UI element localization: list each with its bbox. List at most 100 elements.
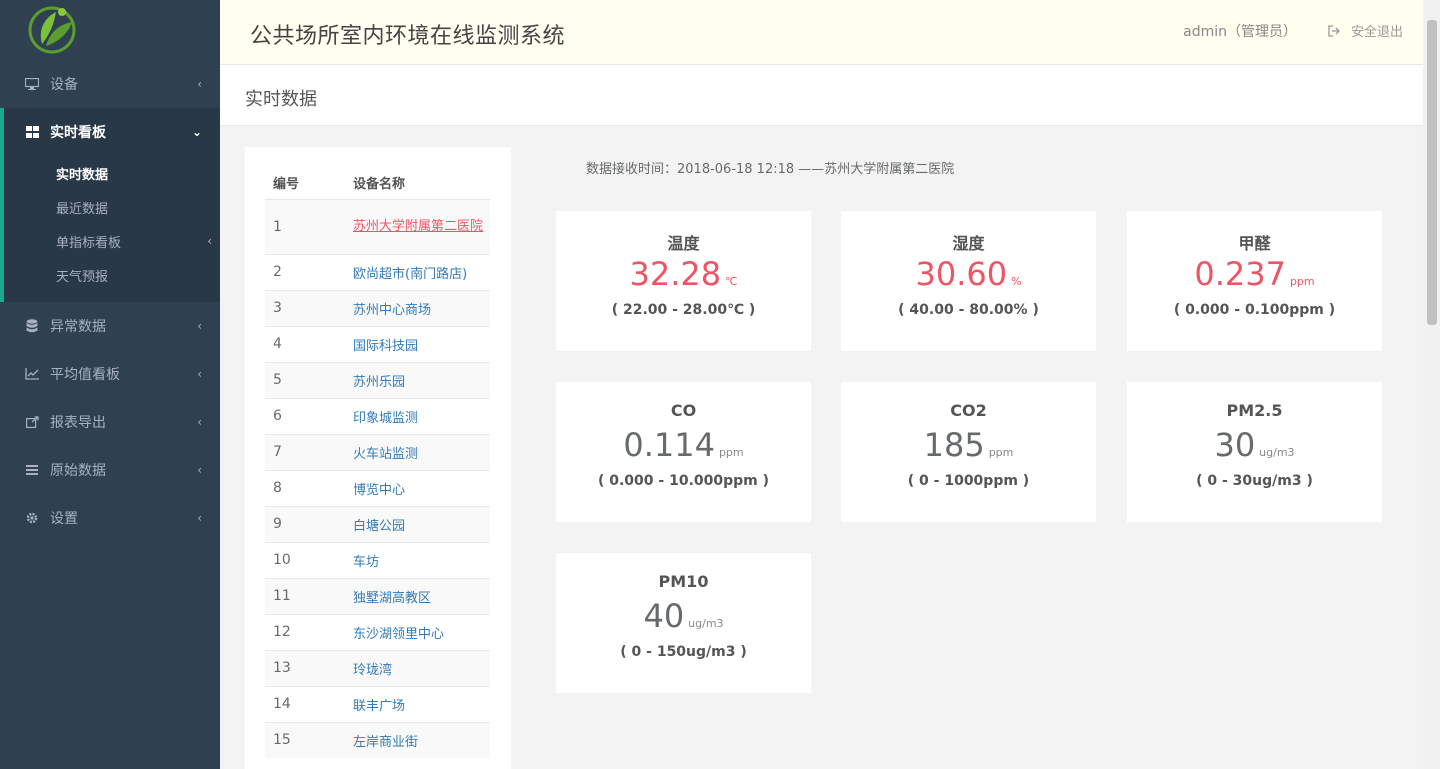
subnav-label: 实时数据 xyxy=(56,167,109,183)
metric-value: 0.237 ppm xyxy=(1127,255,1382,293)
nav-item-device[interactable]: 设备 ‹ xyxy=(0,60,220,108)
metric-unit: ppm xyxy=(718,446,744,459)
nav-label: 原始数据 xyxy=(50,463,106,479)
device-name-link[interactable]: 火车站监测 xyxy=(345,433,490,470)
nav-item-abnormal-data[interactable]: 异常数据 ‹ xyxy=(0,302,220,350)
device-name-link[interactable]: 玲珑湾 xyxy=(345,649,490,686)
nav-item-report-export[interactable]: 报表导出 ‹ xyxy=(0,398,220,446)
gear-icon xyxy=(24,510,40,526)
metric-unit: % xyxy=(1011,275,1022,288)
device-name-link[interactable]: 博览中心 xyxy=(345,469,490,506)
metric-name: PM2.5 xyxy=(1226,401,1283,420)
table-row[interactable]: 14 联丰广场 xyxy=(265,685,490,722)
device-id: 12 xyxy=(265,613,345,650)
nav-group-realtime: 实时看板 ⌄ 实时数据 最近数据 单指标看板 ‹ 天气预报 xyxy=(0,108,220,302)
nav-label: 设置 xyxy=(50,511,78,527)
subnav-item-single-index[interactable]: 单指标看板 ‹ xyxy=(4,224,220,258)
table-row[interactable]: 5 苏州乐园 xyxy=(265,361,490,398)
metric-range: ( 0 - 1000ppm ) xyxy=(907,473,1030,489)
device-id: 10 xyxy=(265,541,345,578)
device-id: 15 xyxy=(265,721,345,758)
database-icon xyxy=(24,318,40,334)
device-id: 4 xyxy=(265,325,345,362)
metric-unit: ug/m3 xyxy=(1259,446,1295,459)
nav-item-raw-data[interactable]: 原始数据 ‹ xyxy=(0,446,220,494)
line-chart-icon xyxy=(24,366,40,382)
table-row[interactable]: 2 欧尚超市(南门路店) xyxy=(265,253,490,290)
subnav-item-recent-data[interactable]: 最近数据 xyxy=(4,190,220,224)
table-row[interactable]: 7 火车站监测 xyxy=(265,433,490,470)
device-name-link[interactable]: 国际科技园 xyxy=(345,325,490,362)
logo-area xyxy=(0,0,220,60)
table-row[interactable]: 11 独墅湖高教区 xyxy=(265,577,490,614)
device-name-link[interactable]: 白塘公园 xyxy=(345,505,490,542)
metric-value: 32.28 ℃ xyxy=(556,255,811,293)
device-name-link[interactable]: 苏州乐园 xyxy=(345,361,490,398)
device-name-link[interactable]: 苏州中心商场 xyxy=(345,289,490,326)
device-name-link[interactable]: 东沙湖领里中心 xyxy=(345,613,490,650)
device-id: 3 xyxy=(265,289,345,326)
metric-card-pm10: PM10 40 ug/m3 ( 0 - 150ug/m3 ) xyxy=(556,553,811,693)
table-row[interactable]: 1 苏州大学附属第二医院 xyxy=(265,198,490,254)
device-list-panel: 编号 设备名称 1 苏州大学附属第二医院 2 欧尚超市(南门路店) 3 苏州中心商场 … xyxy=(245,147,511,769)
metric-range: ( 0.000 - 10.000ppm ) xyxy=(597,473,770,489)
device-name-link[interactable]: 联丰广场 xyxy=(345,685,490,722)
table-row[interactable]: 10 车坊 xyxy=(265,541,490,578)
device-name-link[interactable]: 苏州大学附属第二医院 xyxy=(345,198,490,254)
metric-card-co: CO 0.114 ppm ( 0.000 - 10.000ppm ) xyxy=(556,382,811,522)
device-id: 11 xyxy=(265,577,345,614)
device-id: 14 xyxy=(265,685,345,722)
chevron-left-icon: ‹ xyxy=(197,511,202,525)
table-header-row: 编号 设备名称 xyxy=(265,167,490,200)
top-header: 公共场所室内环境在线监测系统 admin（管理员） 安全退出 xyxy=(220,0,1423,65)
metric-card-temperature: 温度 32.28 ℃ ( 22.00 - 28.00℃ ) xyxy=(556,211,811,351)
export-icon xyxy=(24,414,40,430)
device-id: 7 xyxy=(265,433,345,470)
metric-range: ( 0 - 30ug/m3 ) xyxy=(1196,473,1313,489)
subnav-item-realtime-data[interactable]: 实时数据 xyxy=(4,156,220,190)
page-scrollbar[interactable] xyxy=(1423,0,1440,769)
metric-range: ( 0 - 150ug/m3 ) xyxy=(620,644,747,660)
table-row[interactable]: 12 东沙湖领里中心 xyxy=(265,613,490,650)
data-receive-time: 数据接收时间：2018-06-18 12:18 ——苏州大学附属第二医院 xyxy=(586,162,955,177)
device-name-link[interactable]: 印象城监测 xyxy=(345,397,490,434)
chevron-left-icon: ‹ xyxy=(197,415,202,429)
device-id: 5 xyxy=(265,361,345,398)
system-title: 公共场所室内环境在线监测系统 xyxy=(250,24,566,49)
table-row[interactable]: 8 博览中心 xyxy=(265,469,490,506)
logout-button[interactable]: 安全退出 xyxy=(1328,21,1403,40)
device-id: 2 xyxy=(265,253,345,290)
device-name-link[interactable]: 车坊 xyxy=(345,541,490,578)
table-row[interactable]: 6 印象城监测 xyxy=(265,397,490,434)
table-row[interactable]: 13 玲珑湾 xyxy=(265,649,490,686)
scrollbar-thumb[interactable] xyxy=(1427,20,1437,325)
table-row[interactable]: 4 国际科技园 xyxy=(265,325,490,362)
metric-name: 甲醛 xyxy=(1238,234,1271,253)
chevron-left-icon: ‹ xyxy=(197,319,202,333)
chevron-left-icon: ‹ xyxy=(197,77,202,91)
table-row[interactable]: 15 左岸商业街 xyxy=(265,721,490,758)
subnav-label: 天气预报 xyxy=(56,269,109,285)
device-id: 6 xyxy=(265,397,345,434)
subnav: 实时数据 最近数据 单指标看板 ‹ 天气预报 xyxy=(4,156,220,302)
menu-icon xyxy=(24,462,40,478)
metric-unit: ℃ xyxy=(725,275,738,288)
metric-card-formaldehyde: 甲醛 0.237 ppm ( 0.000 - 0.100ppm ) xyxy=(1127,211,1382,351)
page-title: 实时数据 xyxy=(245,89,317,110)
nav-item-average-board[interactable]: 平均值看板 ‹ xyxy=(0,350,220,398)
nav-label: 实时看板 xyxy=(50,125,106,141)
device-name-link[interactable]: 独墅湖高教区 xyxy=(345,577,490,614)
metric-number: 185 xyxy=(923,426,985,464)
device-name-link[interactable]: 欧尚超市(南门路店) xyxy=(345,253,490,290)
nav-item-settings[interactable]: 设置 ‹ xyxy=(0,494,220,542)
table-row[interactable]: 9 白塘公园 xyxy=(265,505,490,542)
device-name-link[interactable]: 左岸商业街 xyxy=(345,721,490,758)
metric-value: 40 ug/m3 xyxy=(556,597,811,635)
subnav-item-weather[interactable]: 天气预报 xyxy=(4,258,220,292)
nav-label: 异常数据 xyxy=(50,319,106,335)
nav-item-realtime-board[interactable]: 实时看板 ⌄ xyxy=(4,108,220,156)
user-info[interactable]: admin（管理员） xyxy=(1183,21,1297,41)
column-header-id: 编号 xyxy=(265,167,345,200)
table-row[interactable]: 3 苏州中心商场 xyxy=(265,289,490,326)
metric-name: CO xyxy=(670,401,697,420)
